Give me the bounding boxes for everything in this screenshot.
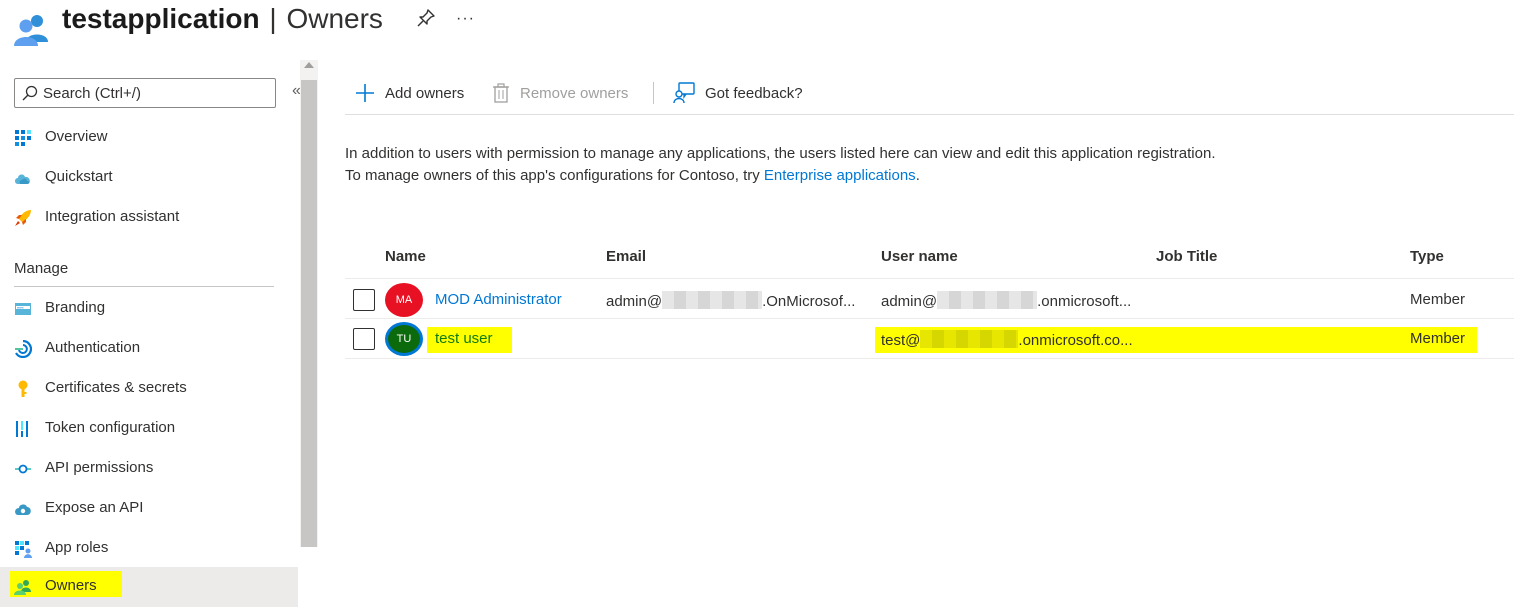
command-bar: Add owners Remove owners Got feedback?	[345, 76, 1514, 112]
sidebar-item-certificates-secrets[interactable]: Certificates & secrets	[0, 369, 298, 409]
pin-icon[interactable]	[416, 8, 436, 28]
sidebar-scrollbar[interactable]	[300, 60, 318, 547]
sidebar-item-label: Certificates & secrets	[45, 379, 187, 396]
sidebar-item-overview[interactable]: Overview	[0, 118, 298, 158]
description-prefix: To manage owners of this app's configura…	[345, 167, 764, 184]
plus-icon	[356, 84, 374, 102]
app-roles-grid-icon	[15, 541, 32, 558]
search-input[interactable]	[43, 83, 271, 103]
toolbar-separator	[345, 114, 1514, 115]
sidebar-search[interactable]	[14, 78, 276, 108]
sidebar-item-integration-assistant[interactable]: Integration assistant	[0, 198, 298, 238]
add-owners-button[interactable]: Add owners	[355, 76, 464, 110]
owners-description: In addition to users with permission to …	[345, 143, 1215, 187]
table-row[interactable]: MA MOD Administrator admin@ .OnMicrosof..…	[345, 280, 1514, 320]
owner-email: admin@ .OnMicrosof...	[606, 291, 855, 310]
description-suffix: .	[915, 167, 920, 184]
section-divider	[14, 286, 274, 287]
table-row[interactable]: TU test user test@ .onmicrosoft.co... Mem…	[345, 319, 1514, 359]
column-header-name[interactable]: Name	[385, 248, 426, 265]
sidebar-item-label: API permissions	[45, 459, 154, 476]
remove-owners-button[interactable]: Remove owners	[492, 76, 628, 110]
sidebar-item-token-configuration[interactable]: Token configuration	[0, 409, 298, 449]
sidebar-item-label: Expose an API	[45, 499, 144, 516]
owner-type: Member	[1410, 330, 1466, 347]
sidebar-item-label: Owners	[45, 577, 97, 594]
sidebar: « Overview Quickstart Integration assist…	[0, 60, 318, 607]
owner-name-link[interactable]: test user	[435, 330, 493, 347]
column-header-type[interactable]: Type	[1410, 248, 1444, 265]
overview-grid-icon	[15, 130, 31, 146]
username-prefix: test@	[881, 332, 921, 349]
sidebar-item-label: Authentication	[45, 339, 141, 356]
redacted-block	[662, 291, 763, 309]
cloud-gear-icon	[15, 504, 31, 515]
row-divider	[345, 358, 1514, 359]
scroll-thumb[interactable]	[301, 80, 317, 547]
token-bars-icon	[16, 421, 28, 437]
column-header-user-name[interactable]: User name	[881, 248, 958, 265]
feedback-button[interactable]: Got feedback?	[673, 76, 803, 110]
sidebar-item-label: Quickstart	[45, 168, 113, 185]
sidebar-item-authentication[interactable]: Authentication	[0, 329, 298, 369]
sidebar-item-app-roles[interactable]: App roles	[0, 529, 298, 569]
sidebar-item-label: Token configuration	[45, 419, 176, 436]
key-icon	[18, 380, 28, 397]
username-suffix: .onmicrosoft.co...	[1018, 332, 1133, 349]
title-separator: |	[269, 3, 277, 34]
toolbar-divider	[653, 82, 654, 104]
trash-icon	[493, 83, 509, 103]
sidebar-item-expose-an-api[interactable]: Expose an API	[0, 489, 298, 529]
avatar: MA	[385, 283, 423, 317]
feedback-icon	[673, 82, 695, 104]
sidebar-item-owners[interactable]: Owners	[0, 567, 298, 607]
username-prefix: admin@	[881, 293, 938, 310]
scroll-up-arrow-icon[interactable]	[304, 62, 314, 68]
sidebar-item-branding[interactable]: www Branding	[0, 289, 298, 329]
username-suffix: .onmicrosoft...	[1037, 293, 1132, 310]
sidebar-item-quickstart[interactable]: Quickstart	[0, 158, 298, 198]
owners-people-icon	[14, 580, 31, 595]
svg-text:www: www	[17, 306, 24, 310]
app-name: testapplication	[62, 3, 260, 34]
more-options-icon[interactable]: ···	[456, 10, 475, 28]
enterprise-applications-link[interactable]: Enterprise applications	[764, 167, 916, 184]
api-permissions-icon	[15, 464, 31, 474]
avatar: TU	[385, 322, 423, 356]
sidebar-item-label: Branding	[45, 299, 106, 316]
branding-icon: www	[15, 303, 31, 315]
rocket-icon	[15, 210, 31, 226]
sidebar-item-api-permissions[interactable]: API permissions	[0, 449, 298, 489]
description-line-1: In addition to users with permission to …	[345, 145, 1216, 162]
app-registration-icon	[14, 15, 48, 46]
cloud-icon	[15, 174, 30, 184]
search-icon	[22, 85, 38, 101]
owner-type: Member	[1410, 291, 1466, 308]
sidebar-item-label: Integration assistant	[45, 208, 180, 225]
redacted-block	[920, 330, 1019, 348]
owner-name-link[interactable]: MOD Administrator	[435, 291, 562, 308]
owner-username: test@ .onmicrosoft.co...	[881, 330, 1133, 349]
owner-username: admin@ .onmicrosoft...	[881, 291, 1131, 310]
email-suffix: .OnMicrosof...	[762, 293, 856, 310]
header-divider	[345, 278, 1514, 279]
row-checkbox[interactable]	[353, 289, 375, 311]
authentication-icon	[15, 340, 32, 358]
page-name: Owners	[286, 3, 383, 34]
remove-owners-label: Remove owners	[520, 84, 629, 102]
manage-section-label: Manage	[14, 260, 69, 277]
column-header-job-title[interactable]: Job Title	[1156, 248, 1217, 265]
sidebar-item-label: Overview	[45, 128, 108, 145]
page-title: testapplication | Owners	[62, 2, 383, 36]
sidebar-item-label: App roles	[45, 539, 109, 556]
description-line-2: To manage owners of this app's configura…	[345, 165, 1215, 187]
redacted-block	[937, 291, 1038, 309]
column-header-email[interactable]: Email	[606, 248, 646, 265]
add-owners-label: Add owners	[385, 84, 465, 102]
row-checkbox[interactable]	[353, 328, 375, 350]
feedback-label: Got feedback?	[705, 84, 803, 102]
page-header: testapplication | Owners ···	[0, 0, 1514, 60]
email-prefix: admin@	[606, 293, 663, 310]
